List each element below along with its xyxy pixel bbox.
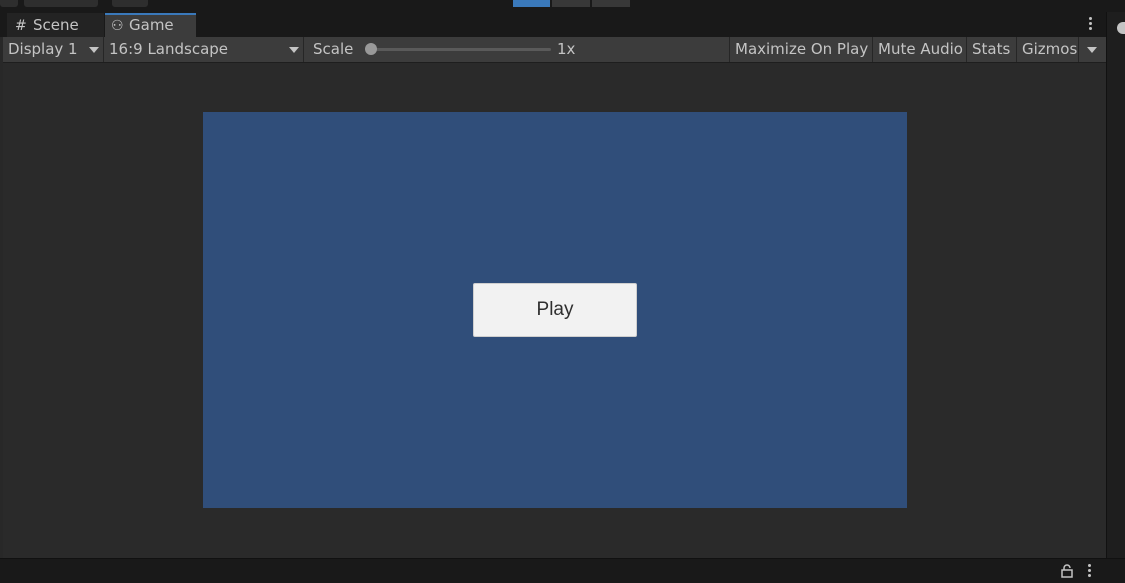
- editor-top-strip: [0, 0, 1125, 12]
- tab-scene[interactable]: # Scene: [7, 13, 104, 37]
- display-dropdown[interactable]: Display 1: [3, 37, 104, 62]
- step-button[interactable]: [592, 0, 630, 7]
- play-mode-button[interactable]: [513, 0, 550, 7]
- gizmos-label: Gizmos: [1022, 40, 1078, 58]
- tab-label: Game: [129, 16, 174, 34]
- panel-menu-icon[interactable]: [1084, 15, 1096, 33]
- top-toolbar-button[interactable]: [0, 0, 18, 7]
- pause-button[interactable]: [552, 0, 590, 7]
- gizmos-dropdown[interactable]: [1079, 37, 1106, 62]
- status-menu-icon[interactable]: [1083, 563, 1095, 581]
- tab-bar: # Scene ⚇ Game: [0, 12, 1106, 37]
- aspect-dropdown[interactable]: 16:9 Landscape: [104, 37, 304, 62]
- display-label: Display 1: [8, 40, 78, 58]
- grid-icon: #: [15, 18, 27, 34]
- aspect-label: 16:9 Landscape: [109, 40, 229, 58]
- play-button[interactable]: Play: [473, 283, 637, 337]
- game-render-area: Play: [203, 112, 907, 508]
- lock-icon[interactable]: [1061, 564, 1073, 578]
- scale-value: 1x: [557, 40, 576, 58]
- tab-label: Scene: [33, 16, 79, 34]
- mute-audio-toggle[interactable]: Mute Audio: [873, 37, 967, 62]
- top-toolbar-button[interactable]: [24, 0, 98, 7]
- chevron-down-icon: [289, 47, 299, 53]
- right-panel-strip: [1106, 12, 1125, 558]
- game-panel: # Scene ⚇ Game Display 1 16:9 Landscape Sc…: [0, 12, 1106, 558]
- tab-game[interactable]: ⚇ Game: [105, 13, 196, 37]
- scale-label: Scale: [313, 40, 354, 58]
- chevron-down-icon: [89, 47, 99, 53]
- chevron-down-icon: [1087, 47, 1097, 53]
- gizmos-toggle[interactable]: Gizmos: [1017, 37, 1079, 62]
- stats-label: Stats: [972, 40, 1011, 58]
- maximize-label: Maximize On Play: [735, 40, 869, 58]
- status-bar: [0, 558, 1125, 583]
- scale-slider-handle[interactable]: [365, 43, 377, 55]
- game-viewport: Play: [3, 63, 1106, 558]
- gamepad-icon: ⚇: [111, 18, 124, 34]
- maximize-on-play-toggle[interactable]: Maximize On Play: [730, 37, 873, 62]
- game-toolbar: Display 1 16:9 Landscape Scale 1x Maximi…: [3, 37, 1106, 63]
- info-icon[interactable]: [1117, 22, 1125, 34]
- mute-label: Mute Audio: [878, 40, 963, 58]
- top-toolbar-button[interactable]: [112, 0, 148, 7]
- stats-toggle[interactable]: Stats: [967, 37, 1017, 62]
- scale-slider[interactable]: [368, 48, 551, 51]
